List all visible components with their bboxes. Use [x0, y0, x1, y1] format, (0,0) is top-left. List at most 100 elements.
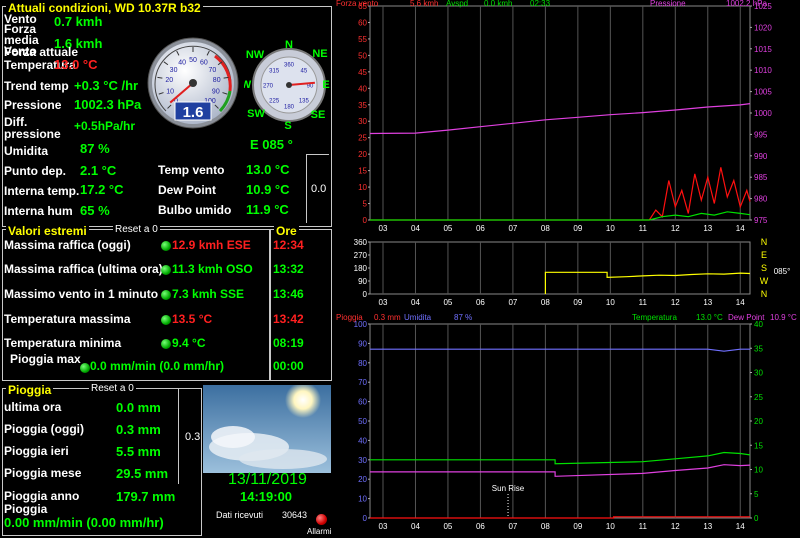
rain-side-box: 0.3	[178, 388, 203, 484]
extreme-indicator-icon	[161, 339, 171, 349]
extreme-value: 7.3 kmh SSE	[172, 287, 245, 301]
rain-row-value: 179.7 mm	[116, 489, 176, 504]
y-left-tick-label: 20	[358, 475, 367, 484]
extreme-value: 12.9 kmh ESE	[172, 238, 251, 252]
temp-vento-value: 13.0 °C	[246, 162, 290, 177]
dati-ricevuti-label: Dati ricevuti	[216, 510, 264, 520]
x-tick-label: 03	[379, 522, 388, 531]
x-tick-label: 04	[411, 522, 420, 531]
x-tick-label: 13	[703, 522, 712, 531]
weather-condition-image	[203, 385, 331, 473]
x-tick-label: 09	[573, 522, 582, 531]
x-tick-label: 14	[736, 298, 745, 307]
x-tick-label: 11	[639, 224, 648, 233]
extreme-time: 12:34	[273, 238, 304, 252]
x-tick-label: 05	[443, 522, 452, 531]
direction-axis-label: W	[760, 276, 769, 286]
y-right-tick-label: 1005	[754, 88, 772, 97]
rain-row-label: Pioggia ieri	[4, 444, 69, 458]
rain-reset-button[interactable]: Reset a 0	[89, 383, 136, 394]
extreme-label: Massimo vento in 1 minuto	[4, 287, 159, 301]
speed-gauge-tick-label: 70	[209, 67, 217, 74]
legend-dew-point-value: 10.9 °C	[770, 313, 797, 322]
y-right-tick-label: 15	[754, 441, 763, 450]
x-tick-label: 05	[443, 224, 452, 233]
y-left-tick-label: 50	[358, 51, 367, 60]
x-tick-label: 07	[508, 298, 517, 307]
extreme-time: 00:00	[273, 359, 304, 373]
x-tick-label: 04	[411, 298, 420, 307]
rain-side-value: 0.3	[185, 431, 201, 443]
x-tick-label: 14	[736, 224, 745, 233]
x-tick-label: 05	[443, 298, 452, 307]
x-tick-label: 12	[671, 298, 680, 307]
legend-pioggia: Pioggia	[336, 313, 363, 322]
direction-axis-label: N	[761, 237, 768, 247]
extreme-value: 11.3 kmh OSO	[172, 262, 253, 276]
y-left-tick-label: 20	[358, 150, 367, 159]
x-tick-label: 09	[573, 224, 582, 233]
humidity-temperature-chart: 03 04 05 06 07 08 09 10 11 12 13 140102030405060708…	[336, 313, 797, 531]
wind-speed-gauge: 010203040 50 60708090100 1.6	[147, 37, 239, 129]
y-right-tick-label: 0	[754, 514, 759, 523]
rain-row-label: ultima ora	[4, 400, 62, 414]
compass-degree-label: 360	[284, 63, 295, 69]
y-left-tick-label: 60	[358, 398, 367, 407]
y-left-tick-label: 40	[358, 436, 367, 445]
wind-pressure-chart: 03 04 05 06 07 08 09 10 11 12 13 140510152025303540…	[336, 0, 772, 233]
legend-umidita: Umidita	[404, 313, 432, 322]
sunrise-label: Sun Rise	[492, 484, 525, 493]
speed-gauge-tick-label: 90	[212, 88, 220, 95]
y-right-tick-label: 1000	[754, 109, 772, 118]
extreme-label: Temperatura minima	[4, 336, 122, 350]
y-right-tick-label: 1010	[754, 66, 772, 75]
alarm-indicator-icon[interactable]	[316, 514, 327, 525]
y-left-tick-label: 90	[358, 339, 367, 348]
interna-hum-label: Interna hum	[4, 204, 73, 218]
wind-compass: 4590135180225270315360 N NE E SE S SW W …	[244, 40, 330, 130]
compass-se-label: SE	[311, 109, 326, 121]
x-tick-label: 14	[736, 522, 745, 531]
compass-degree-label: 135	[299, 98, 310, 104]
y-left-tick-label: 30	[358, 456, 367, 465]
y-left-tick-label: 5	[363, 200, 368, 209]
rain-row-value: 0.0 mm	[116, 400, 161, 415]
diff-pressione-label: Diff. pressione	[4, 115, 61, 141]
rain-row-value: 0.3 mm	[116, 422, 161, 437]
y-tick-label: 0	[363, 290, 368, 299]
legend-dew-point: Dew Point	[728, 313, 765, 322]
extreme-label: Temperatura massima	[4, 312, 131, 326]
speed-gauge-tick-label: 30	[170, 67, 178, 74]
y-right-tick-label: 980	[754, 195, 768, 204]
speed-gauge-tick-label: 80	[213, 77, 221, 84]
extreme-value: 0.0 mm/min (0.0 mm/hr)	[90, 359, 225, 373]
ore-title: Ore	[274, 224, 299, 238]
extreme-indicator-icon	[80, 363, 90, 373]
x-tick-label: 13	[703, 298, 712, 307]
y-left-tick-label: 70	[358, 378, 367, 387]
y-left-tick-label: 45	[358, 68, 367, 77]
temp-vento-label: Temp vento	[158, 163, 225, 177]
legend-avspd: Avspd	[446, 0, 468, 8]
speed-gauge-tick-label: 40	[178, 60, 186, 67]
y-left-tick-label: 35	[358, 101, 367, 110]
x-tick-label: 09	[573, 298, 582, 307]
y-left-tick-label: 30	[358, 117, 367, 126]
legend-forza-value: 5.6 kmh	[410, 0, 438, 8]
legend-pressione-value: 1002.2 hPa	[726, 0, 767, 8]
diff-pressione-value: +0.5hPa/hr	[74, 119, 136, 133]
speed-gauge-value: 1.6	[183, 104, 204, 121]
x-tick-label: 07	[508, 224, 517, 233]
compass-degree-label: 225	[269, 98, 280, 104]
y-left-tick-label: 80	[358, 359, 367, 368]
rain-row-label: Pioggia (oggi)	[4, 422, 84, 436]
y-tick-label: 180	[354, 264, 368, 273]
x-tick-label: 08	[541, 224, 550, 233]
x-tick-label: 12	[671, 224, 680, 233]
x-tick-label: 08	[541, 522, 550, 531]
extremes-reset-button[interactable]: Reset a 0	[113, 224, 160, 235]
compass-s-label: S	[284, 120, 291, 130]
extreme-time: 13:32	[273, 262, 304, 276]
extreme-label: Massima raffica (ultima ora)	[4, 262, 163, 276]
dati-ricevuti-value: 30643	[282, 510, 308, 520]
